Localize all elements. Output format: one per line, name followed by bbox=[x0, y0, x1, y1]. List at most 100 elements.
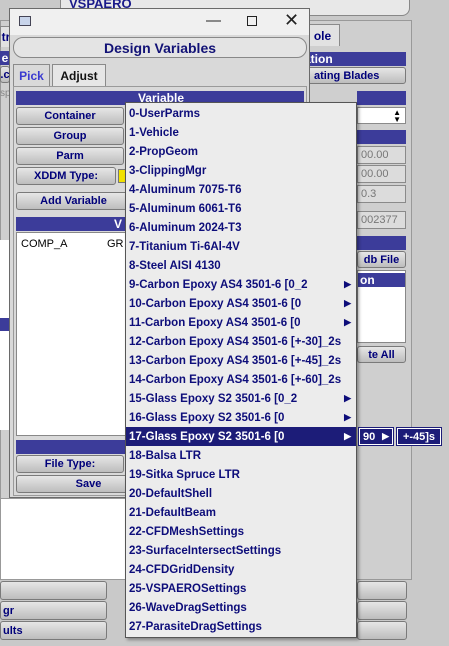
menu-item[interactable]: 18-Balsa LTR bbox=[126, 446, 356, 465]
submenu-arrow-icon: ▶ bbox=[344, 317, 351, 327]
menu-item[interactable]: 4-Aluminum 7075-T6 bbox=[126, 180, 356, 199]
container-button[interactable]: Container bbox=[16, 107, 124, 125]
bg-bottom-button-2[interactable]: gr bbox=[0, 601, 107, 620]
menu-item-label: 18-Balsa LTR bbox=[129, 449, 202, 462]
maximize-icon[interactable] bbox=[247, 16, 257, 26]
app-icon bbox=[19, 16, 31, 26]
submenu-arrow-icon: ▶ bbox=[344, 431, 351, 441]
bg-header-right-3 bbox=[357, 130, 406, 144]
menu-item[interactable]: 13-Carbon Epoxy AS4 3501-6 [+-45]_2s bbox=[126, 351, 356, 370]
bg-value-id-field: 002377 bbox=[357, 211, 406, 229]
menu-item[interactable]: 27-ParasiteDragSettings bbox=[126, 617, 356, 636]
bg-dropdown-right[interactable]: ▲ ▼ bbox=[357, 107, 406, 124]
menu-item-label: 21-DefaultBeam bbox=[129, 506, 216, 519]
bg-tab-right[interactable]: ole bbox=[305, 24, 340, 46]
submenu-arrow-icon: ▶ bbox=[344, 298, 351, 308]
menu-item-label: 10-Carbon Epoxy AS4 3501-6 [0 bbox=[129, 297, 302, 310]
menu-item-label: 1-Vehicle bbox=[129, 126, 179, 139]
delete-all-button[interactable]: te All bbox=[357, 346, 406, 363]
xddm-type-button[interactable]: XDDM Type: bbox=[16, 167, 116, 185]
design-variables-header: Design Variables bbox=[13, 37, 307, 58]
menu-item[interactable]: 6-Aluminum 2024-T3 bbox=[126, 218, 356, 237]
menu-item[interactable]: 17-Glass Epoxy S2 3501-6 [0 ▶ bbox=[126, 427, 356, 446]
submenu-arrow-icon: ▶ bbox=[382, 431, 389, 441]
submenu-field-value[interactable]: 90 ▶ bbox=[358, 427, 394, 446]
menu-item-label: 24-CFDGridDensity bbox=[129, 563, 235, 576]
menu-item[interactable]: 11-Carbon Epoxy AS4 3501-6 [0 ▶ bbox=[126, 313, 356, 332]
menu-item[interactable]: 24-CFDGridDensity bbox=[126, 560, 356, 579]
add-variable-button[interactable]: Add Variable bbox=[16, 192, 131, 210]
menu-item[interactable]: 9-Carbon Epoxy AS4 3501-6 [0_2 ▶ bbox=[126, 275, 356, 294]
menu-item[interactable]: 7-Titanium Ti-6Al-4V bbox=[126, 237, 356, 256]
menu-item-label: 11-Carbon Epoxy AS4 3501-6 [0 bbox=[129, 316, 301, 329]
menu-item[interactable]: 19-Sitka Spruce LTR bbox=[126, 465, 356, 484]
submenu-field-text[interactable]: +-45]s bbox=[396, 427, 442, 446]
bg-list-selected-row[interactable]: on bbox=[358, 273, 405, 287]
bg-bottom-button-4[interactable] bbox=[357, 581, 407, 600]
container-dropdown-menu[interactable]: 0-UserParms 1-Vehicle 2-PropGeom 3-Clipping… bbox=[125, 102, 357, 638]
window-titlebar: — ✕ bbox=[10, 9, 309, 35]
menu-item[interactable]: 20-DefaultShell bbox=[126, 484, 356, 503]
menu-item-label: 4-Aluminum 7075-T6 bbox=[129, 183, 242, 196]
menu-item-label: 3-ClippingMgr bbox=[129, 164, 207, 177]
bg-value-field-2[interactable]: 00.00 bbox=[357, 165, 406, 183]
menu-item[interactable]: 15-Glass Epoxy S2 3501-6 [0_2 ▶ bbox=[126, 389, 356, 408]
bg-section-header-right: ation bbox=[300, 52, 406, 66]
menu-item[interactable]: 1-Vehicle bbox=[126, 123, 356, 142]
bg-value-field-1[interactable]: 00.00 bbox=[357, 146, 406, 164]
menu-item-label: 17-Glass Epoxy S2 3501-6 [0 bbox=[129, 430, 285, 443]
menu-item[interactable]: 5-Aluminum 6061-T6 bbox=[126, 199, 356, 218]
submenu-arrow-icon: ▶ bbox=[344, 412, 351, 422]
menu-item[interactable]: 23-SurfaceIntersectSettings bbox=[126, 541, 356, 560]
minimize-icon[interactable]: — bbox=[206, 12, 221, 29]
menu-item[interactable]: 0-UserParms bbox=[126, 104, 356, 123]
menu-item-label: 2-PropGeom bbox=[129, 145, 199, 158]
file-type-button[interactable]: File Type: bbox=[16, 455, 124, 473]
submenu-arrow-icon: ▶ bbox=[344, 393, 351, 403]
menu-item[interactable]: 25-VSPAEROSettings bbox=[126, 579, 356, 598]
menu-item-label: 19-Sitka Spruce LTR bbox=[129, 468, 240, 481]
menu-item-label: 20-DefaultShell bbox=[129, 487, 213, 500]
menu-item-label: 22-CFDMeshSettings bbox=[129, 525, 245, 538]
menu-item[interactable]: 3-ClippingMgr bbox=[126, 161, 356, 180]
menu-item-label: 7-Titanium Ti-6Al-4V bbox=[129, 240, 240, 253]
bg-value-field-3[interactable]: 0.3 bbox=[357, 185, 406, 203]
dropdown-arrows-icon: ▲ ▼ bbox=[393, 107, 401, 124]
menu-item[interactable]: 26-WaveDragSettings bbox=[126, 598, 356, 617]
menu-item[interactable]: 8-Steel AISI 4130 bbox=[126, 256, 356, 275]
menu-item-label: 13-Carbon Epoxy AS4 3501-6 [+-45]_2s bbox=[129, 354, 342, 367]
bg-bottom-button-3[interactable]: ults bbox=[0, 621, 107, 640]
db-file-button[interactable]: db File bbox=[357, 251, 406, 268]
menu-item[interactable]: 22-CFDMeshSettings bbox=[126, 522, 356, 541]
bg-list-box[interactable]: on bbox=[357, 270, 406, 343]
menu-item-label: 5-Aluminum 6061-T6 bbox=[129, 202, 242, 215]
dialog-title: Design Variables bbox=[103, 39, 217, 56]
tab-pick[interactable]: Pick bbox=[13, 64, 50, 86]
menu-item[interactable]: 21-DefaultBeam bbox=[126, 503, 356, 522]
list-item[interactable]: COMP_A GR bbox=[21, 238, 124, 250]
bg-bottom-button-1[interactable] bbox=[0, 581, 107, 600]
bg-header-right-4 bbox=[357, 236, 406, 250]
menu-item[interactable]: 10-Carbon Epoxy AS4 3501-6 [0 ▶ bbox=[126, 294, 356, 313]
menu-item[interactable]: 2-PropGeom bbox=[126, 142, 356, 161]
tab-adjust[interactable]: Adjust bbox=[52, 64, 106, 86]
menu-item-label: 15-Glass Epoxy S2 3501-6 [0_2 bbox=[129, 392, 298, 405]
menu-item[interactable]: 12-Carbon Epoxy AS4 3501-6 [+-30]_2s bbox=[126, 332, 356, 351]
menu-item[interactable]: 14-Carbon Epoxy AS4 3501-6 [+-60]_2s bbox=[126, 370, 356, 389]
submenu-arrow-icon: ▶ bbox=[344, 279, 351, 289]
menu-item-label: 0-UserParms bbox=[129, 107, 200, 120]
menu-item[interactable]: 16-Glass Epoxy S2 3501-6 [0 ▶ bbox=[126, 408, 356, 427]
parm-button[interactable]: Parm bbox=[16, 147, 124, 165]
bg-bottom-panel bbox=[0, 498, 130, 580]
menu-item-label: 26-WaveDragSettings bbox=[129, 601, 247, 614]
menu-item-label: 25-VSPAEROSettings bbox=[129, 582, 247, 595]
close-icon[interactable]: ✕ bbox=[284, 10, 299, 31]
group-button[interactable]: Group bbox=[16, 127, 124, 145]
menu-item-label: 16-Glass Epoxy S2 3501-6 [0 bbox=[129, 411, 285, 424]
bg-bottom-button-6[interactable] bbox=[357, 621, 407, 640]
menu-item-label: 14-Carbon Epoxy AS4 3501-6 [+-60]_2s bbox=[129, 373, 342, 386]
menu-item-label: 23-SurfaceIntersectSettings bbox=[129, 544, 282, 557]
rotating-blades-button[interactable]: ating Blades bbox=[300, 67, 406, 84]
menu-item-label: 12-Carbon Epoxy AS4 3501-6 [+-30]_2s bbox=[129, 335, 342, 348]
bg-bottom-button-5[interactable] bbox=[357, 601, 407, 620]
